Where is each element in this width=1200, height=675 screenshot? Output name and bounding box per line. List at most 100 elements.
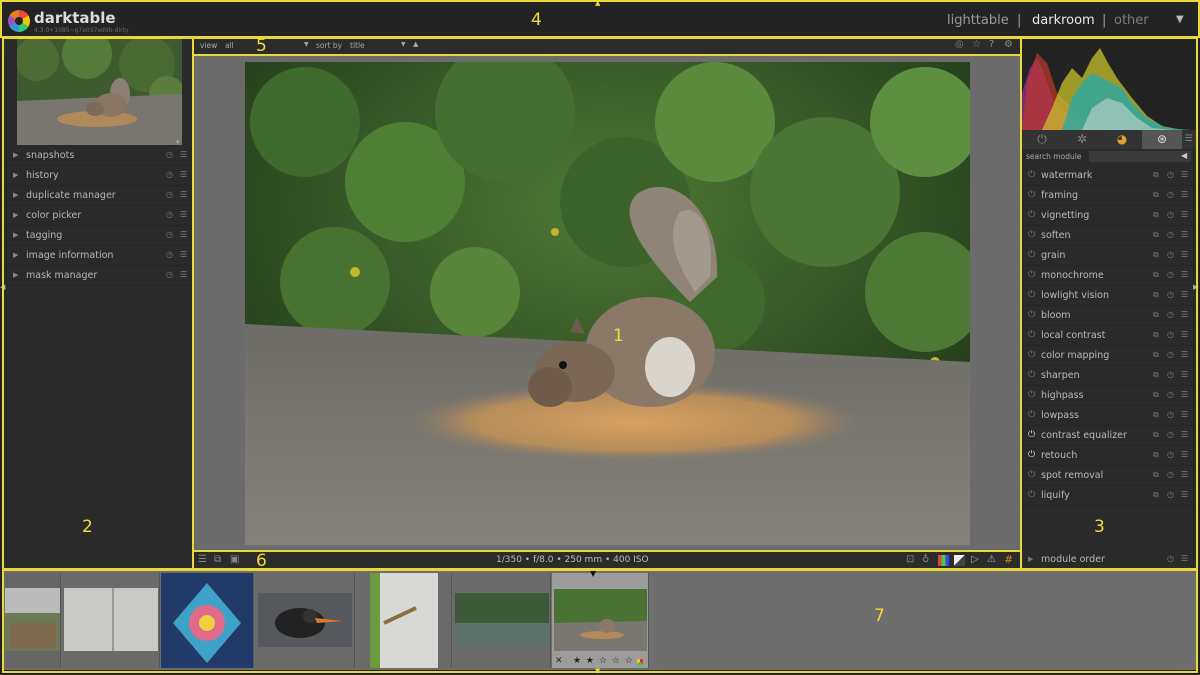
filmstrip-thumbnail-selected[interactable]	[552, 573, 649, 668]
reset-icon[interactable]: ◷	[166, 250, 173, 259]
left-module-color-picker[interactable]: ▶ color picker ◷ ☰	[3, 206, 192, 226]
power-icon[interactable]: ⏻	[1028, 470, 1035, 480]
multi-instance-icon[interactable]: ⧉	[1153, 290, 1159, 300]
right-module-bloom[interactable]: ⏻ bloom ⧉ ◷ ☰	[1022, 306, 1197, 326]
preferences-icon[interactable]: ⚙	[1004, 39, 1013, 50]
multi-instance-icon[interactable]: ⧉	[1153, 250, 1159, 260]
multi-instance-icon[interactable]: ⧉	[1153, 210, 1159, 220]
presets-menu-icon[interactable]: ☰	[1181, 390, 1188, 399]
presets-menu-icon[interactable]: ☰	[1180, 130, 1197, 149]
presets-menu-icon[interactable]: ☰	[1181, 270, 1188, 279]
presets-menu-icon[interactable]: ☰	[180, 170, 187, 179]
multi-instance-icon[interactable]: ⧉	[1153, 450, 1159, 460]
view-filter-select[interactable]: all	[225, 41, 234, 50]
presets-menu-icon[interactable]: ☰	[1181, 290, 1188, 299]
right-module-highpass[interactable]: ⏻ highpass ⧉ ◷ ☰	[1022, 386, 1197, 406]
multi-instance-icon[interactable]: ⧉	[1153, 190, 1159, 200]
presets-menu-icon[interactable]: ☰	[1181, 230, 1188, 239]
multi-instance-icon[interactable]: ⧉	[1153, 470, 1159, 480]
power-icon[interactable]: ⏻	[1028, 390, 1035, 400]
help-icon[interactable]: ?	[989, 39, 994, 50]
right-module-retouch[interactable]: ⏻ retouch ⧉ ◷ ☰	[1022, 446, 1197, 466]
power-icon[interactable]: ⏻	[1028, 330, 1035, 340]
power-icon[interactable]: ⏻	[1028, 270, 1035, 280]
filmstrip-thumbnail[interactable]	[161, 573, 254, 668]
right-module-vignetting[interactable]: ⏻ vignetting ⧉ ◷ ☰	[1022, 206, 1197, 226]
filmstrip-thumbnail[interactable]	[453, 573, 551, 668]
power-icon[interactable]: ⏻	[1028, 250, 1035, 260]
presets-menu-icon[interactable]: ☰	[1181, 490, 1188, 499]
reset-icon[interactable]: ◷	[1167, 450, 1174, 459]
multi-instance-icon[interactable]: ⧉	[1153, 330, 1159, 340]
sort-select[interactable]: title	[350, 41, 365, 50]
reset-icon[interactable]: ◷	[1167, 190, 1174, 199]
reset-icon[interactable]: ◷	[1167, 170, 1174, 179]
right-module-contrast-equalizer[interactable]: ⏻ contrast equalizer ⧉ ◷ ☰	[1022, 426, 1197, 446]
power-icon[interactable]: ⏻	[1028, 410, 1035, 420]
left-module-duplicate-manager[interactable]: ▶ duplicate manager ◷ ☰	[3, 186, 192, 206]
view-other[interactable]: other	[1114, 13, 1149, 28]
toggle-top-panel-icon[interactable]: ▲	[595, 0, 600, 7]
presets-icon[interactable]: ☰	[198, 554, 207, 565]
reset-icon[interactable]: ◷	[1167, 250, 1174, 259]
right-module-local-contrast[interactable]: ⏻ local contrast ⧉ ◷ ☰	[1022, 326, 1197, 346]
multi-instance-icon[interactable]: ⧉	[1153, 350, 1159, 360]
multi-instance-icon[interactable]: ⧉	[1153, 390, 1159, 400]
presets-menu-icon[interactable]: ☰	[1181, 554, 1188, 563]
right-module-watermark[interactable]: ⏻ watermark ⧉ ◷ ☰	[1022, 166, 1197, 186]
navigation-thumbnail[interactable]	[17, 39, 182, 145]
sort-ascending-icon[interactable]: ▲	[413, 40, 418, 48]
power-icon[interactable]: ⏻	[1028, 170, 1035, 180]
clear-search-icon[interactable]: ◀	[1181, 151, 1187, 160]
clipping-icon[interactable]	[954, 555, 965, 566]
right-module-framing[interactable]: ⏻ framing ⧉ ◷ ☰	[1022, 186, 1197, 206]
left-module-history[interactable]: ▶ history ◷ ☰	[3, 166, 192, 186]
effects-icon[interactable]: ⊛	[1142, 130, 1182, 149]
power-icon[interactable]: ⏻	[1028, 230, 1035, 240]
reset-icon[interactable]: ◷	[1167, 350, 1174, 359]
power-icon[interactable]: ⏻	[1028, 290, 1035, 300]
presets-menu-icon[interactable]: ☰	[1181, 330, 1188, 339]
power-icon[interactable]: ⏻	[1028, 490, 1035, 500]
color-labels-icon[interactable]	[637, 659, 643, 665]
chevron-down-icon[interactable]: ▼	[401, 41, 406, 48]
presets-menu-icon[interactable]: ☰	[1181, 450, 1188, 459]
reset-icon[interactable]: ◷	[1167, 554, 1174, 563]
reset-icon[interactable]: ◷	[1167, 390, 1174, 399]
chevron-down-icon[interactable]: ▼	[304, 41, 309, 48]
second-window-icon[interactable]: ▣	[230, 554, 239, 565]
gamut-check-icon[interactable]: ⚠	[987, 554, 996, 565]
power-icon[interactable]: ⏻	[1028, 310, 1035, 320]
reset-icon[interactable]: ◷	[166, 270, 173, 279]
reset-icon[interactable]: ◷	[1167, 490, 1174, 499]
left-module-tagging[interactable]: ▶ tagging ◷ ☰	[3, 226, 192, 246]
presets-menu-icon[interactable]: ☰	[1181, 210, 1188, 219]
softproof-icon[interactable]: ▷	[971, 554, 979, 565]
power-icon[interactable]: ⏻	[1028, 450, 1035, 460]
styles-icon[interactable]: ⧉	[214, 554, 221, 565]
favorite-icon[interactable]: ✲	[1062, 130, 1102, 149]
right-module-lowpass[interactable]: ⏻ lowpass ⧉ ◷ ☰	[1022, 406, 1197, 426]
presets-menu-icon[interactable]: ☰	[1181, 470, 1188, 479]
left-module-snapshots[interactable]: ▶ snapshots ◷ ☰	[3, 146, 192, 166]
reset-icon[interactable]: ◷	[166, 230, 173, 239]
reset-icon[interactable]: ◷	[1167, 330, 1174, 339]
presets-menu-icon[interactable]: ☰	[1181, 190, 1188, 199]
power-icon[interactable]: ⏻	[1028, 370, 1035, 380]
reject-icon[interactable]: ✕	[555, 656, 563, 666]
right-module-liquify[interactable]: ⏻ liquify ⧉ ◷ ☰	[1022, 486, 1197, 506]
right-module-lowlight-vision[interactable]: ⏻ lowlight vision ⧉ ◷ ☰	[1022, 286, 1197, 306]
presets-menu-icon[interactable]: ☰	[180, 210, 187, 219]
presets-menu-icon[interactable]: ☰	[1181, 350, 1188, 359]
multi-instance-icon[interactable]: ⧉	[1153, 370, 1159, 380]
presets-menu-icon[interactable]: ☰	[180, 190, 187, 199]
reset-icon[interactable]: ◷	[1167, 230, 1174, 239]
right-module-soften[interactable]: ⏻ soften ⧉ ◷ ☰	[1022, 226, 1197, 246]
reset-icon[interactable]: ◷	[1167, 290, 1174, 299]
main-image[interactable]	[245, 62, 970, 545]
presets-menu-icon[interactable]: ☰	[180, 150, 187, 159]
right-module-monochrome[interactable]: ⏻ monochrome ⧉ ◷ ☰	[1022, 266, 1197, 286]
multi-instance-icon[interactable]: ⧉	[1153, 410, 1159, 420]
reset-icon[interactable]: ◷	[166, 210, 173, 219]
reset-icon[interactable]: ◷	[166, 150, 173, 159]
